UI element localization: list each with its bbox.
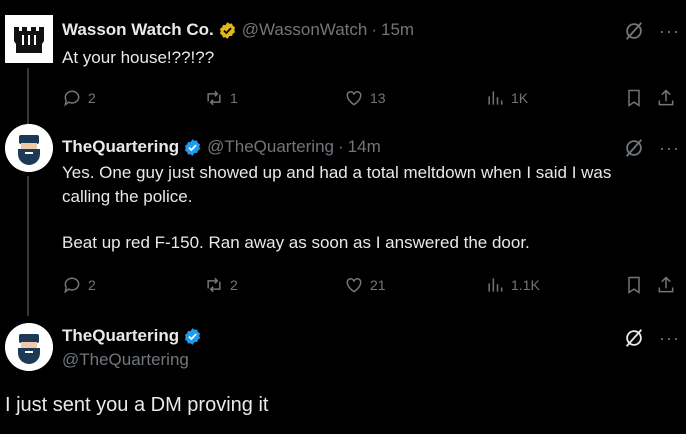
grok-icon[interactable] xyxy=(623,327,645,349)
like-count: 21 xyxy=(370,277,386,293)
tweet-text: I just sent you a DM proving it xyxy=(5,394,269,416)
avatar[interactable] xyxy=(5,15,53,63)
reply-button[interactable]: 2 xyxy=(62,273,96,297)
castle-logo-icon xyxy=(5,15,53,63)
handle[interactable]: @TheQuartering xyxy=(62,350,189,370)
reply-icon xyxy=(64,277,80,294)
handle[interactable]: @TheQuartering xyxy=(207,137,334,157)
heart-icon xyxy=(346,90,362,106)
avatar[interactable] xyxy=(5,124,53,172)
repost-button[interactable]: 2 xyxy=(204,273,238,297)
timestamp[interactable]: 15m xyxy=(381,20,414,40)
heart-icon xyxy=(346,277,362,293)
tweet-header: Wasson Watch Co. @WassonWatch · 15m xyxy=(62,20,414,40)
reply-count: 2 xyxy=(88,277,96,293)
like-button[interactable]: 13 xyxy=(344,86,386,110)
like-count: 13 xyxy=(370,90,386,106)
views-icon xyxy=(488,278,503,292)
more-icon[interactable]: ··· xyxy=(659,329,680,347)
repost-button[interactable]: 1 xyxy=(204,86,238,110)
tweet-header: TheQuartering @TheQuartering · 14m xyxy=(62,137,381,157)
tweet-top-icons: ··· xyxy=(623,137,680,159)
action-bar: 2 1 13 1K xyxy=(62,86,682,110)
share-button[interactable] xyxy=(656,273,682,297)
tweet-text-line: Beat up red F-150. Ran away as soon as I… xyxy=(62,233,530,252)
thread-line xyxy=(27,176,29,316)
display-name[interactable]: TheQuartering xyxy=(62,326,179,346)
view-count: 1K xyxy=(511,90,529,106)
share-button[interactable] xyxy=(656,86,682,110)
view-count: 1.1K xyxy=(511,277,540,293)
verified-gold-icon xyxy=(219,21,235,39)
bearded-man-logo-icon xyxy=(5,323,53,371)
bookmark-icon xyxy=(628,276,640,294)
tweet-text-line: Yes. One guy just showed up and had a to… xyxy=(62,163,612,182)
tweet-top-icons: ··· xyxy=(623,327,680,349)
verified-blue-icon xyxy=(185,327,201,345)
tweet-header: TheQuartering xyxy=(62,326,202,346)
views-button[interactable]: 1K xyxy=(485,86,528,110)
tweet-text: Yes. One guy just showed up and had a to… xyxy=(62,161,662,255)
reply-button[interactable]: 2 xyxy=(62,86,96,110)
views-button[interactable]: 1.1K xyxy=(485,273,540,297)
reply-count: 2 xyxy=(88,90,96,106)
bookmark-icon xyxy=(628,89,640,107)
tweet-text: At your house!??!?? xyxy=(62,48,215,67)
grok-icon[interactable] xyxy=(623,20,645,42)
handle[interactable]: @WassonWatch xyxy=(242,20,368,40)
verified-blue-icon xyxy=(185,138,201,156)
views-icon xyxy=(488,91,503,105)
bearded-man-logo-icon xyxy=(5,124,53,172)
display-name[interactable]: Wasson Watch Co. xyxy=(62,20,214,40)
thread-line xyxy=(27,68,29,124)
bookmark-button[interactable] xyxy=(624,273,650,297)
reply-icon xyxy=(64,90,80,107)
display-name[interactable]: TheQuartering xyxy=(62,137,179,157)
repost-icon xyxy=(207,90,221,106)
repost-count: 1 xyxy=(230,90,238,106)
tweet-text-line: calling the police. xyxy=(62,187,193,206)
avatar[interactable] xyxy=(5,323,53,371)
separator-dot: · xyxy=(338,137,344,156)
share-icon xyxy=(658,89,674,106)
bookmark-button[interactable] xyxy=(624,86,650,110)
action-bar: 2 2 21 1.1K xyxy=(62,273,682,297)
more-icon[interactable]: ··· xyxy=(659,139,680,157)
repost-icon xyxy=(207,277,221,293)
more-icon[interactable]: ··· xyxy=(659,22,680,40)
share-icon xyxy=(658,276,674,293)
timestamp[interactable]: 14m xyxy=(348,137,381,157)
grok-icon[interactable] xyxy=(623,137,645,159)
repost-count: 2 xyxy=(230,277,238,293)
separator-dot: · xyxy=(371,20,378,39)
tweet-top-icons: ··· xyxy=(623,20,680,42)
like-button[interactable]: 21 xyxy=(344,273,386,297)
